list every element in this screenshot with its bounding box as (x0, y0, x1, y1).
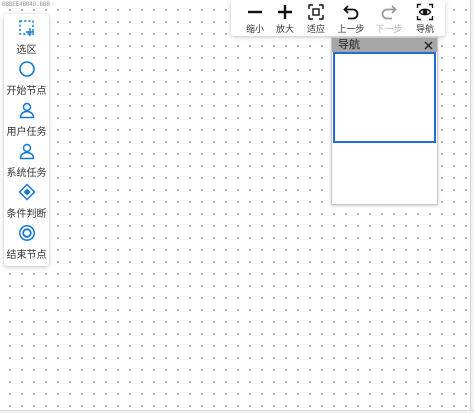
minus-icon (245, 3, 265, 21)
redo-button[interactable]: 下一步 (372, 2, 406, 36)
palette-item-label: 选区 (16, 45, 37, 56)
navigator-label: 导航 (415, 25, 434, 35)
palette-item-label: 系统任务 (6, 168, 47, 179)
user-icon (18, 101, 36, 119)
watermark-text: BBBEE4B04D.BBB (2, 1, 50, 8)
fit-button[interactable]: 适应 (299, 2, 333, 36)
undo-icon (341, 3, 361, 21)
navigator-header: 导航 (332, 38, 437, 52)
double-circle-icon (18, 224, 36, 242)
undo-button[interactable]: 上一步 (334, 2, 368, 36)
navigator-title: 导航 (338, 38, 360, 51)
palette-item-label: 用户任务 (6, 127, 47, 138)
user-icon (18, 142, 36, 160)
palette-item-start-node[interactable]: 开始节点 (4, 60, 49, 100)
selection-icon (18, 19, 36, 37)
palette-item-condition[interactable]: 条件判断 (4, 183, 49, 223)
palette-item-user-task[interactable]: 用户任务 (4, 101, 49, 141)
circle-icon (18, 60, 36, 78)
close-icon[interactable] (422, 38, 434, 52)
top-toolbar: 缩小 放大 适应 上一步 下一步 导航 (231, 0, 445, 36)
vertical-scrollbar[interactable] (470, 0, 474, 413)
palette-item-system-task[interactable]: 系统任务 (4, 142, 49, 182)
plus-icon (275, 3, 295, 21)
diamond-icon (18, 183, 36, 201)
palette-item-label: 结束节点 (6, 250, 47, 261)
navigator-toggle-button[interactable]: 导航 (408, 2, 442, 36)
palette-item-label: 开始节点 (6, 86, 47, 97)
palette-item-selection[interactable]: 选区 (4, 19, 49, 59)
palette-item-label: 条件判断 (6, 209, 47, 220)
navigator-viewport-rect[interactable] (333, 52, 436, 143)
undo-label: 上一步 (337, 25, 365, 35)
navigator-panel: 导航 (331, 37, 438, 205)
redo-icon (379, 3, 399, 21)
node-palette: 选区 开始节点 用户任务 系统任务 条件判断 结束节点 (4, 14, 49, 266)
fit-icon (306, 3, 326, 21)
eye-icon (415, 3, 435, 21)
palette-item-end-node[interactable]: 结束节点 (4, 224, 49, 264)
